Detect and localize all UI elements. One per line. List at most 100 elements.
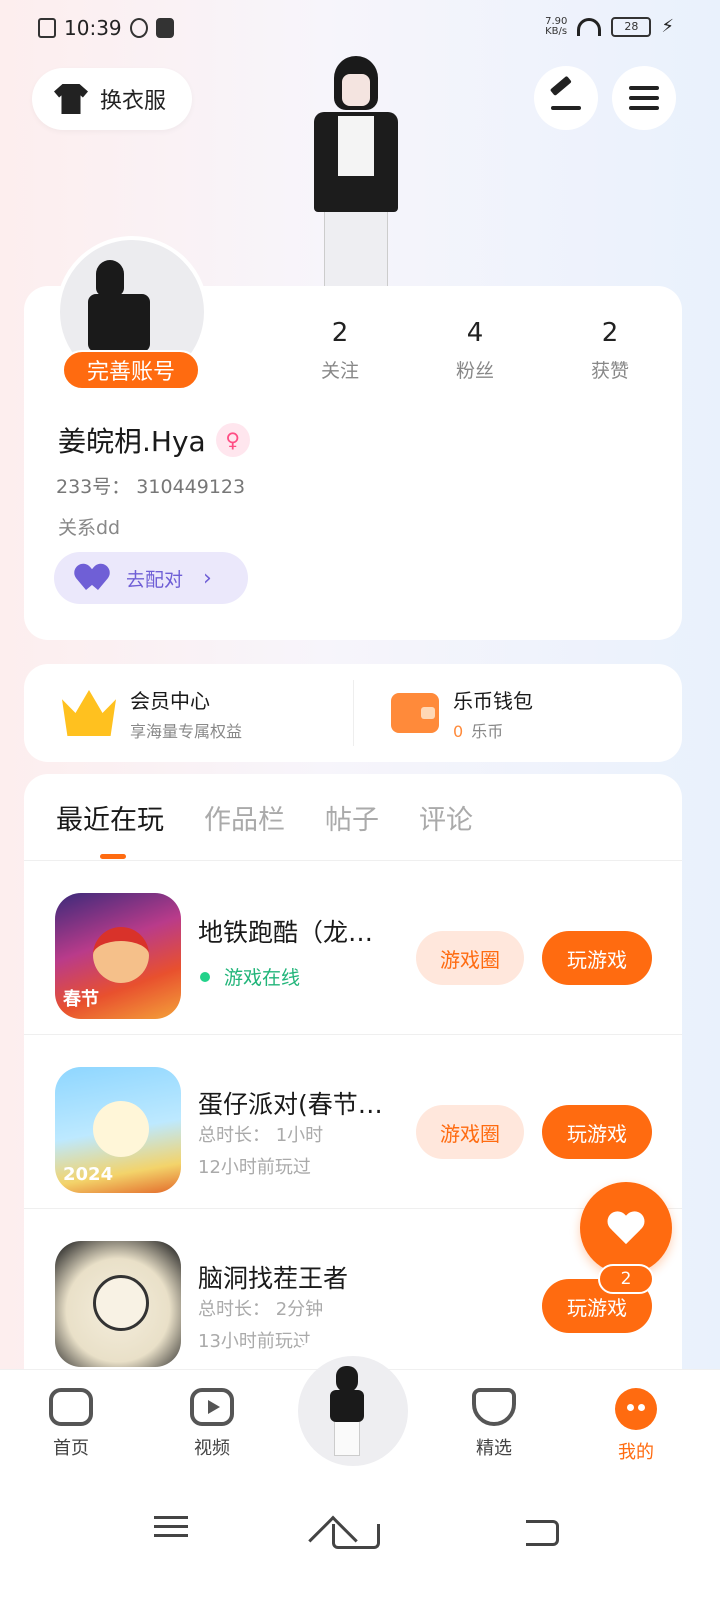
nav-home[interactable]: 首页 [31, 1388, 111, 1460]
system-nav-bar [0, 1480, 720, 1600]
tab-works[interactable]: 作品栏 [204, 798, 285, 837]
game-icon-badge: 春节 [63, 989, 99, 1010]
stat-label: 粉丝 [455, 360, 494, 382]
game-icon-eggy-party: 2024 [55, 1067, 181, 1193]
stat-followers[interactable]: 4 粉丝 [415, 318, 535, 383]
alarm-icon [129, 18, 148, 38]
menu-button[interactable] [612, 66, 676, 130]
stat-following[interactable]: 2 关注 [280, 318, 400, 383]
game-circle-button[interactable]: 游戏圈 [416, 931, 524, 985]
pair-label: 去配对 [126, 568, 184, 591]
member-center-title: 会员中心 [130, 688, 210, 713]
tab-posts[interactable]: 帖子 [325, 798, 379, 837]
complete-account-button[interactable]: 完善账号 [62, 350, 200, 390]
shirt-icon [54, 84, 88, 114]
avatar-figure[interactable] [290, 56, 420, 288]
stat-likes[interactable]: 2 获赞 [550, 318, 670, 383]
status-bar: 10:39 7.90 KB/s 28 ⚡ [0, 0, 720, 56]
home-icon[interactable] [324, 1510, 384, 1550]
game-icon-badge: 2024 [63, 1164, 114, 1185]
pencil-icon [551, 86, 581, 110]
stat-number: 2 [601, 318, 619, 348]
profile-tabs: 最近在玩 作品栏 帖子 评论 [56, 798, 473, 837]
app-notification-icon [155, 18, 174, 38]
recent-apps-icon[interactable] [148, 1510, 208, 1550]
wallet-entry[interactable]: 乐币钱包 0 乐币 [353, 685, 682, 742]
nav-label: 我的 [618, 1442, 654, 1463]
game-total-time: 总时长： 1小时 [198, 1125, 324, 1146]
charging-icon: ⚡ [661, 16, 674, 37]
tab-indicator [100, 854, 126, 859]
status-right: 7.90 KB/s 28 ⚡ [545, 16, 674, 37]
nav-label: 精选 [476, 1438, 512, 1459]
game-circle-button[interactable]: 游戏圈 [416, 1105, 524, 1159]
vip-wallet-card: 会员中心 享海量专属权益 乐币钱包 0 乐币 [24, 664, 682, 762]
change-outfit-label: 换衣服 [100, 89, 167, 114]
user-id: 233号： 310449123 [56, 476, 246, 498]
play-game-button[interactable]: 玩游戏 [542, 931, 652, 985]
wallet-amount: 0 [453, 721, 464, 741]
nav-label: 首页 [53, 1438, 89, 1459]
hamburger-icon [629, 86, 659, 110]
tab-comments[interactable]: 评论 [419, 798, 473, 837]
back-icon[interactable] [510, 1510, 570, 1550]
wallet-balance: 0 乐币 [453, 718, 533, 742]
nav-me[interactable]: 我的 [596, 1388, 676, 1464]
online-status-label: 游戏在线 [224, 967, 301, 989]
net-speed-unit: KB/s [545, 25, 568, 37]
wallet-icon [391, 693, 439, 733]
game-icon-subway: 春节 [55, 893, 181, 1019]
stat-label: 获赞 [590, 360, 629, 382]
tab-recent-playing[interactable]: 最近在玩 [56, 798, 164, 837]
user-bio: 关系dd [58, 517, 121, 539]
battery-icon: 28 [611, 16, 652, 37]
list-item[interactable]: 2024 蛋仔派对(春节… 总时长： 1小时 12小时前玩过 游戏圈 玩游戏 [24, 1035, 682, 1209]
crown-icon [62, 690, 116, 736]
stat-number: 4 [466, 318, 484, 348]
floating-heart-button[interactable] [580, 1182, 672, 1274]
heart-outline-icon [472, 1388, 516, 1426]
pair-button[interactable]: 去配对 › [54, 552, 248, 604]
heart-icon [608, 1212, 644, 1244]
username: 姜皖枂.Hya [58, 425, 206, 458]
sim-off-icon [38, 18, 56, 38]
recent-games-card: 最近在玩 作品栏 帖子 评论 春节 地铁跑酷（龙… 游戏在线 游戏圈 玩游戏 2… [24, 774, 682, 1414]
game-total-time: 总时长： 2分钟 [198, 1299, 324, 1320]
username-row: 姜皖枂.Hya ♀ [58, 420, 250, 460]
game-last-played: 12小时前玩过 [198, 1157, 311, 1178]
member-center-subtitle: 享海量专属权益 [130, 721, 243, 741]
net-speed-value: 7.90 [545, 15, 568, 27]
list-item[interactable]: 春节 地铁跑酷（龙… 游戏在线 游戏圈 玩游戏 [24, 861, 682, 1035]
online-status: 游戏在线 [198, 963, 300, 990]
game-name: 脑洞找茬王者 [198, 1264, 349, 1293]
play-game-button[interactable]: 玩游戏 [542, 1105, 652, 1159]
status-time: 10:39 [64, 16, 122, 40]
net-speed: 7.90 KB/s [545, 15, 568, 37]
heart-count-badge: 2 [598, 1264, 654, 1294]
wallet-title: 乐币钱包 [453, 688, 533, 713]
nav-video[interactable]: 视频 [172, 1388, 252, 1460]
edit-profile-button[interactable] [534, 66, 598, 130]
stat-number: 2 [331, 318, 349, 348]
center-avatar-button[interactable] [298, 1356, 408, 1466]
online-dot-icon [200, 971, 210, 982]
game-name: 蛋仔派对(春节… [198, 1090, 383, 1119]
face-icon [615, 1388, 657, 1430]
double-heart-icon [80, 566, 110, 590]
nav-featured[interactable]: 精选 [454, 1388, 534, 1460]
wifi-icon [577, 17, 602, 36]
change-outfit-button[interactable]: 换衣服 [32, 68, 192, 130]
chevron-right-icon: › [203, 565, 212, 591]
gamepad-icon [49, 1388, 93, 1426]
member-center-entry[interactable]: 会员中心 享海量专属权益 [24, 685, 353, 742]
divider [353, 680, 354, 746]
status-left: 10:39 [38, 16, 174, 40]
game-last-played: 13小时前玩过 [198, 1331, 311, 1352]
profile-stats: 2 关注 4 粉丝 2 获赞 [280, 318, 670, 383]
play-icon [190, 1388, 234, 1426]
battery-level: 28 [624, 20, 639, 33]
game-icon-brain-puzzle [55, 1241, 181, 1367]
wallet-unit: 乐币 [471, 721, 504, 741]
female-icon: ♀ [215, 423, 250, 457]
nav-label: 视频 [194, 1438, 230, 1459]
